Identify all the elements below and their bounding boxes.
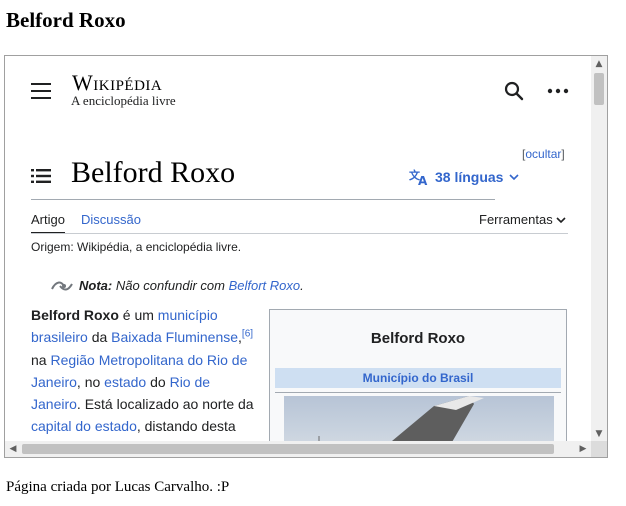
body-text: é um bbox=[118, 307, 158, 323]
scroll-left-arrow[interactable]: ◀ bbox=[5, 441, 21, 457]
body-text: , distando desta bbox=[136, 418, 236, 435]
body-text: do bbox=[146, 373, 170, 390]
translate-icon: 文 A bbox=[409, 168, 428, 186]
chevron-down-icon bbox=[509, 174, 520, 181]
languages-button[interactable]: 文 A 38 línguas bbox=[409, 168, 520, 186]
menu-line bbox=[31, 97, 51, 99]
infobox-title: Belford Roxo bbox=[370, 330, 466, 347]
infobox: Belford Roxo Município do Brasil bbox=[269, 309, 567, 442]
footer-text: Página criada por Lucas Carvalho. :P bbox=[6, 479, 230, 495]
toc-hide-link[interactable]: [ocultar] bbox=[522, 147, 565, 161]
infobox-divider bbox=[275, 392, 561, 393]
body-text: , no bbox=[76, 373, 105, 390]
search-icon bbox=[504, 81, 524, 101]
tools-label: Ferramentas bbox=[479, 212, 553, 227]
languages-label: 38 línguas bbox=[435, 169, 504, 185]
ellipsis-icon bbox=[547, 88, 569, 94]
scroll-right-arrow[interactable]: ▶ bbox=[575, 441, 591, 457]
disambiguation-icon bbox=[51, 281, 73, 290]
title-divider bbox=[31, 199, 495, 200]
horizontal-scrollbar[interactable]: ◀ ▶ bbox=[5, 441, 591, 457]
wikipedia-page: Wikipédia A enciclopédia livre [ocultar] bbox=[5, 56, 591, 442]
tab-article[interactable]: Artigo bbox=[31, 212, 65, 234]
link-baixada-fluminense[interactable]: Baixada Fluminense bbox=[111, 329, 238, 345]
menu-line bbox=[31, 83, 51, 85]
hatnote-end: . bbox=[300, 278, 304, 293]
infobox-subtitle[interactable]: Município do Brasil bbox=[275, 368, 561, 388]
article-bold-name: Belford Roxo bbox=[31, 307, 119, 323]
bracket-close: ] bbox=[561, 147, 565, 161]
hide-label: ocultar bbox=[525, 147, 562, 161]
embedded-frame: Wikipédia A enciclopédia livre [ocultar] bbox=[4, 55, 608, 458]
hatnote-label: Nota: bbox=[79, 278, 113, 293]
body-text: da bbox=[87, 329, 112, 346]
article-title: Belford Roxo bbox=[71, 156, 236, 189]
list-icon bbox=[31, 169, 51, 183]
horizontal-scroll-thumb[interactable] bbox=[22, 444, 554, 454]
scroll-down-arrow[interactable]: ▼ bbox=[591, 426, 607, 442]
menu-line bbox=[31, 90, 51, 92]
reference-link[interactable]: [6] bbox=[242, 329, 253, 340]
hatnote: Nota: Não confundir com Belfort Roxo. bbox=[51, 278, 304, 293]
tools-dropdown[interactable]: Ferramentas bbox=[479, 212, 566, 227]
hatnote-link[interactable]: Belfort Roxo bbox=[229, 278, 301, 293]
search-button[interactable] bbox=[503, 80, 525, 102]
page-heading: Belford Roxo bbox=[6, 8, 126, 32]
infobox-photo[interactable] bbox=[284, 396, 554, 442]
table-of-contents-button[interactable] bbox=[31, 168, 51, 184]
article-lead-paragraph: Belford Roxo é um município brasileiro d… bbox=[31, 304, 263, 438]
site-subtitle: Origem: Wikipédia, a enciclopédia livre. bbox=[31, 240, 242, 254]
wikipedia-tagline: A enciclopédia livre bbox=[71, 93, 176, 108]
building-photo bbox=[318, 396, 484, 442]
vertical-scroll-thumb[interactable] bbox=[594, 73, 604, 105]
svg-text:A: A bbox=[418, 174, 428, 186]
chevron-down-icon bbox=[556, 217, 566, 224]
hatnote-text: Não confundir com bbox=[115, 278, 225, 293]
scroll-up-arrow[interactable]: ▲ bbox=[591, 56, 607, 72]
body-text: na bbox=[31, 351, 51, 368]
tab-talk[interactable]: Discussão bbox=[81, 212, 141, 227]
tabs-divider bbox=[31, 233, 568, 234]
scrollbar-corner bbox=[591, 441, 607, 457]
main-menu-button[interactable] bbox=[31, 83, 51, 99]
more-options-button[interactable] bbox=[546, 80, 570, 102]
vertical-scrollbar[interactable]: ▲ ▼ bbox=[591, 56, 607, 442]
link-estado[interactable]: estado bbox=[104, 374, 146, 390]
body-text: . Está localizado ao norte da bbox=[76, 396, 254, 413]
link-capital[interactable]: capital do estado bbox=[31, 418, 137, 434]
